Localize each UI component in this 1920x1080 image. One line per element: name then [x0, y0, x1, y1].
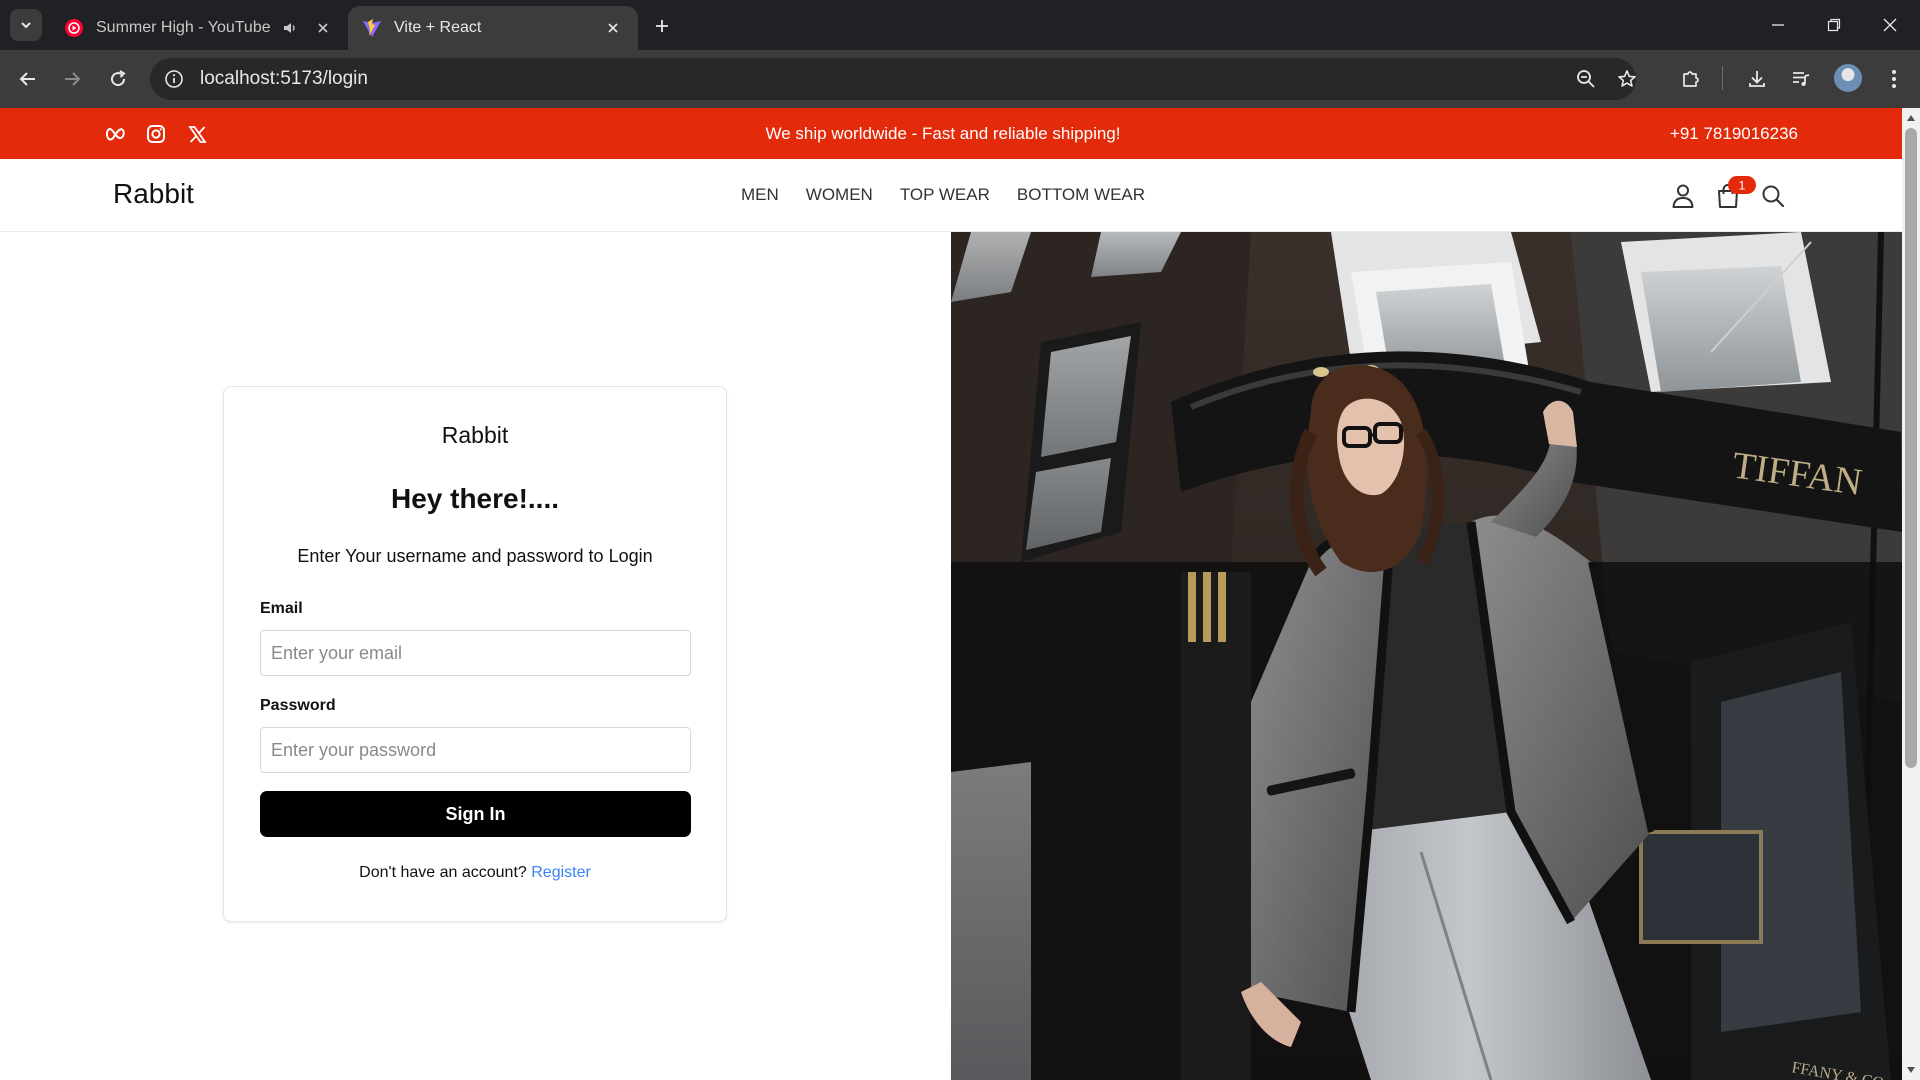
site-logo[interactable]: Rabbit [113, 178, 194, 210]
tab-close-button[interactable] [602, 17, 624, 39]
email-field[interactable] [260, 630, 691, 676]
hero-image: TIFFAN FFANY & CO. [951, 232, 1902, 1080]
shipping-message: We ship worldwide - Fast and reliable sh… [765, 124, 1121, 143]
youtube-music-icon [65, 19, 83, 37]
tab-title: Summer High - YouTube Music [96, 19, 274, 36]
phone-number[interactable]: +91 7819016236 [1670, 124, 1798, 144]
new-tab-button[interactable] [648, 12, 676, 40]
arrow-right-icon [65, 72, 81, 86]
user-icon [1672, 184, 1694, 208]
nav-men[interactable]: MEN [741, 185, 779, 205]
close-icon [1883, 18, 1897, 32]
more-vertical-icon [1892, 70, 1896, 88]
register-link[interactable]: Register [531, 864, 591, 881]
nav-women[interactable]: WOMEN [806, 185, 873, 205]
close-icon [318, 23, 328, 33]
restore-icon [1827, 18, 1841, 32]
puzzle-icon [1683, 71, 1699, 87]
tab-search-button[interactable] [10, 9, 42, 41]
nav-top-wear[interactable]: TOP WEAR [900, 185, 990, 205]
site-header: Rabbit MEN WOMEN TOP WEAR BOTTOM WEAR [0, 159, 1902, 232]
playlist-icon [1793, 72, 1810, 86]
minimize-icon [1772, 24, 1784, 26]
scroll-down-button[interactable] [1905, 1064, 1917, 1076]
password-field[interactable] [260, 727, 691, 773]
register-line: Don't have an account? Register [224, 864, 726, 882]
site-info-icon[interactable] [164, 69, 184, 89]
close-window-button[interactable] [1862, 0, 1918, 50]
login-pane: Rabbit Hey there!.... Enter Your usernam… [0, 232, 951, 1080]
close-icon [608, 23, 618, 33]
back-button[interactable] [12, 63, 44, 95]
main-nav: MEN WOMEN TOP WEAR BOTTOM WEAR [741, 185, 1145, 205]
scroll-up-button[interactable] [1905, 112, 1917, 124]
account-button[interactable] [1666, 179, 1700, 213]
scrollbar-thumb[interactable] [1905, 128, 1917, 768]
zoom-out-icon [1577, 70, 1595, 88]
register-prompt: Don't have an account? [359, 864, 527, 881]
extensions-button[interactable] [1675, 63, 1707, 95]
login-form: Rabbit Hey there!.... Enter Your usernam… [223, 386, 727, 922]
search-button[interactable] [1756, 179, 1790, 213]
browser-toolbar: localhost:5173/login [0, 50, 1920, 108]
plus-icon [656, 20, 668, 32]
chevron-down-icon [21, 22, 31, 29]
arrow-left-icon [19, 72, 35, 86]
forward-button[interactable] [56, 63, 88, 95]
media-controls-button[interactable] [1785, 63, 1817, 95]
vite-icon [363, 19, 381, 37]
tab-youtube-music[interactable]: Summer High - YouTube Music [50, 6, 348, 50]
form-heading: Hey there!.... [390, 483, 560, 514]
toolbar-divider [1722, 66, 1723, 90]
profile-avatar[interactable] [1834, 64, 1862, 92]
bookmark-button[interactable] [1611, 63, 1643, 95]
zoom-button[interactable] [1570, 63, 1602, 95]
minimize-button[interactable] [1750, 0, 1806, 50]
cart-count: 1 [1739, 179, 1746, 193]
reload-button[interactable] [102, 63, 134, 95]
triangle-up-icon [1907, 115, 1915, 121]
downloads-button[interactable] [1741, 63, 1773, 95]
tab-strip: Summer High - YouTube Music Vite + React [0, 0, 1920, 50]
sign-in-button[interactable]: Sign In [260, 791, 691, 837]
restore-button[interactable] [1806, 0, 1862, 50]
triangle-down-icon [1907, 1067, 1915, 1073]
announcement-bar: We ship worldwide - Fast and reliable sh… [0, 108, 1902, 159]
form-brand: Rabbit [441, 422, 509, 448]
email-label: Email [260, 600, 303, 617]
password-label: Password [260, 697, 336, 714]
star-icon [1618, 70, 1636, 87]
reload-icon [111, 70, 126, 87]
search-icon [1762, 185, 1785, 208]
tab-vite-react[interactable]: Vite + React [348, 6, 638, 50]
speaker-icon[interactable] [282, 20, 298, 36]
form-subtitle: Enter Your username and password to Logi… [297, 546, 653, 566]
download-icon [1749, 71, 1765, 87]
page-viewport: We ship worldwide - Fast and reliable sh… [0, 108, 1902, 1080]
tab-title: Vite + React [394, 19, 482, 36]
address-bar[interactable]: localhost:5173/login [150, 58, 1636, 100]
chrome-menu-button[interactable] [1878, 63, 1910, 95]
url-text: localhost:5173/login [200, 68, 368, 89]
cart-count-badge: 1 [1728, 176, 1756, 194]
tab-close-button[interactable] [312, 17, 334, 39]
nav-bottom-wear[interactable]: BOTTOM WEAR [1017, 185, 1145, 205]
hero-photo-illustration: TIFFAN FFANY & CO. [951, 232, 1902, 1080]
